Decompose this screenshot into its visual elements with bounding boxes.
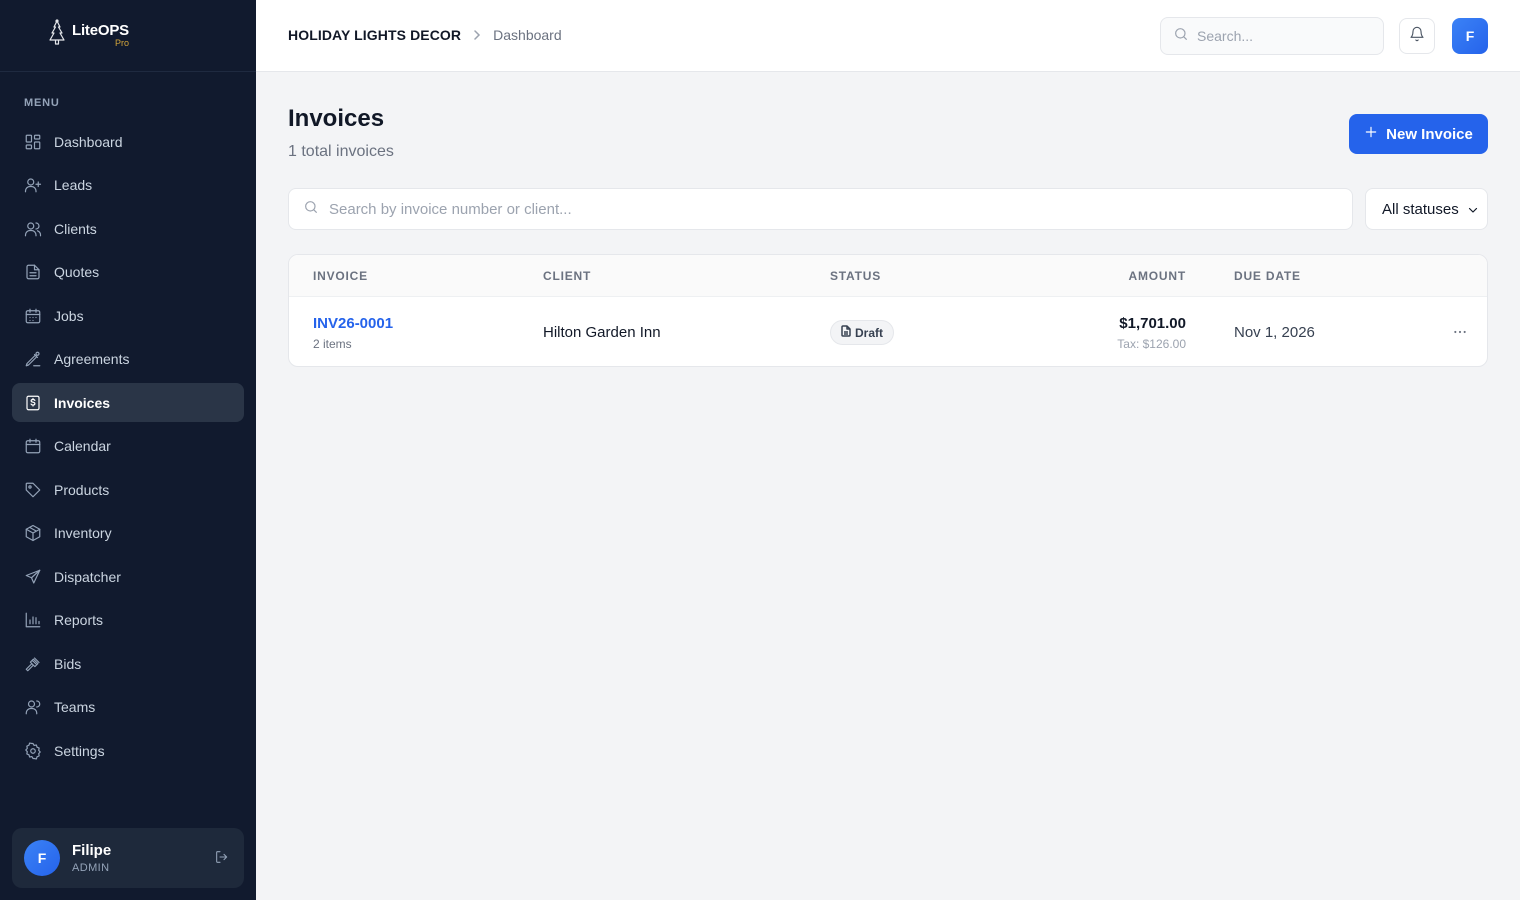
- notifications-button[interactable]: [1399, 18, 1435, 54]
- page-title: Invoices: [288, 105, 385, 132]
- table-header: INVOICE CLIENT STATUS AMOUNT DUE DATE: [289, 255, 1487, 297]
- chevron-right-icon: [473, 28, 481, 43]
- sidebar-item-label: Agreements: [54, 351, 130, 367]
- sidebar-item-label: Teams: [54, 699, 96, 715]
- column-header-due-date[interactable]: DUE DATE: [1234, 269, 1301, 283]
- column-header-invoice[interactable]: INVOICE: [313, 269, 368, 283]
- file-text-icon: [24, 263, 42, 281]
- invoice-item-count: 2 items: [313, 337, 352, 351]
- sidebar-item-jobs[interactable]: Jobs: [12, 296, 244, 335]
- user-role: ADMIN: [72, 862, 110, 874]
- sidebar-item-leads[interactable]: Leads: [12, 166, 244, 205]
- invoice-amount: $1,701.00: [1119, 315, 1186, 332]
- user-name: Filipe: [72, 842, 112, 859]
- sidebar-item-calendar[interactable]: Calendar: [12, 427, 244, 466]
- sidebar-item-reports[interactable]: Reports: [12, 601, 244, 640]
- search-icon: [303, 199, 319, 220]
- sidebar-item-label: Bids: [54, 655, 82, 672]
- more-options-icon[interactable]: [1449, 321, 1471, 343]
- invoice-due-date: Nov 1, 2026: [1234, 324, 1315, 341]
- sidebar-item-quotes[interactable]: Quotes: [12, 253, 244, 292]
- bar-chart-icon: [24, 611, 42, 629]
- brand[interactable]: LiteOPS Pro: [0, 0, 256, 72]
- user-avatar[interactable]: F: [24, 840, 60, 876]
- sidebar-item-label: Products: [54, 481, 110, 498]
- sidebar-item-label: Dashboard: [54, 133, 123, 150]
- global-search[interactable]: [1160, 17, 1384, 55]
- invoice-number-link[interactable]: INV26-0001: [313, 315, 393, 332]
- sidebar-item-settings[interactable]: Settings: [12, 731, 244, 770]
- invoice-search[interactable]: [288, 188, 1353, 230]
- status-badge-label: Draft: [855, 325, 884, 340]
- invoice-search-input[interactable]: [329, 200, 1329, 218]
- signature-icon: [24, 350, 42, 368]
- sidebar-item-label: Inventory: [54, 525, 112, 541]
- column-header-status[interactable]: STATUS: [830, 269, 881, 283]
- sidebar-item-clients[interactable]: Clients: [12, 209, 244, 248]
- brand-logo: LiteOPS Pro: [46, 19, 129, 52]
- sidebar-item-dashboard[interactable]: Dashboard: [12, 122, 244, 161]
- logout-icon[interactable]: [214, 849, 232, 867]
- sidebar-item-products[interactable]: Products: [12, 470, 244, 509]
- invoices-table: INVOICE CLIENT STATUS AMOUNT DUE DATE IN…: [288, 254, 1488, 367]
- chevron-down-icon: [1467, 203, 1479, 220]
- invoice-dollar-icon: [24, 394, 42, 412]
- sidebar-item-bids[interactable]: Bids: [12, 644, 244, 683]
- column-header-amount[interactable]: AMOUNT: [1129, 269, 1186, 283]
- status-badge: Draft: [830, 320, 895, 345]
- gear-icon: [24, 741, 42, 760]
- file-icon: [841, 325, 851, 340]
- breadcrumb-current[interactable]: Dashboard: [493, 27, 562, 43]
- sidebar-item-inventory[interactable]: Inventory: [12, 514, 244, 553]
- sidebar-item-label: Invoices: [54, 394, 111, 411]
- team-icon: [24, 698, 42, 716]
- menu-label: MENU: [24, 97, 60, 109]
- plus-icon: [1364, 125, 1378, 143]
- package-icon: [24, 524, 42, 542]
- sidebar-item-label: Settings: [54, 742, 105, 759]
- brand-tier: Pro: [114, 38, 129, 48]
- sidebar-item-label: Clients: [54, 220, 97, 237]
- sidebar-item-agreements[interactable]: Agreements: [12, 340, 244, 379]
- sidebar-item-dispatcher[interactable]: Dispatcher: [12, 557, 244, 596]
- sidebar-item-label: Leads: [54, 177, 93, 193]
- status-filter-select[interactable]: All statuses: [1365, 188, 1488, 230]
- sidebar-item-label: Dispatcher: [54, 568, 121, 585]
- calendar-icon: [24, 437, 42, 455]
- page-subtitle: 1 total invoices: [288, 143, 394, 160]
- top-header: HOLIDAY LIGHTS DECOR Dashboard F: [256, 0, 1520, 72]
- brand-name: LiteOPS: [72, 22, 129, 39]
- status-filter-value: All statuses: [1382, 200, 1459, 218]
- user-plus-icon: [24, 176, 42, 194]
- sidebar-item-invoices[interactable]: Invoices: [12, 383, 244, 422]
- invoice-tax: Tax: $126.00: [1117, 337, 1186, 351]
- column-header-client[interactable]: CLIENT: [543, 269, 591, 283]
- tree-logo-icon: [46, 19, 68, 52]
- users-icon: [24, 220, 42, 238]
- send-icon: [24, 568, 42, 586]
- sidebar-item-label: Quotes: [54, 264, 100, 280]
- tag-icon: [24, 481, 42, 499]
- bell-icon: [1409, 26, 1425, 47]
- calendar-days-icon: [24, 307, 42, 325]
- sidebar: LiteOPS Pro MENU Dashboard Leads Clients…: [0, 0, 256, 900]
- table-row[interactable]: INV26-0001 2 items Hilton Garden Inn Dra…: [289, 297, 1487, 366]
- search-icon: [1173, 26, 1189, 47]
- new-invoice-label: New Invoice: [1386, 125, 1473, 143]
- gavel-icon: [24, 655, 42, 673]
- breadcrumb-company[interactable]: HOLIDAY LIGHTS DECOR: [288, 27, 461, 43]
- new-invoice-button[interactable]: New Invoice: [1349, 114, 1488, 154]
- sidebar-nav: Dashboard Leads Clients Quotes Jobs Agre…: [12, 122, 244, 775]
- sidebar-item-label: Reports: [54, 612, 104, 628]
- breadcrumb: HOLIDAY LIGHTS DECOR Dashboard: [288, 27, 562, 43]
- invoice-client: Hilton Garden Inn: [543, 324, 661, 341]
- global-search-input[interactable]: [1197, 28, 1377, 44]
- user-card: F Filipe ADMIN: [12, 828, 244, 888]
- header-avatar[interactable]: F: [1452, 18, 1488, 54]
- sidebar-item-teams[interactable]: Teams: [12, 688, 244, 727]
- dashboard-icon: [24, 133, 42, 151]
- sidebar-item-label: Calendar: [54, 438, 111, 454]
- sidebar-item-label: Jobs: [54, 307, 84, 324]
